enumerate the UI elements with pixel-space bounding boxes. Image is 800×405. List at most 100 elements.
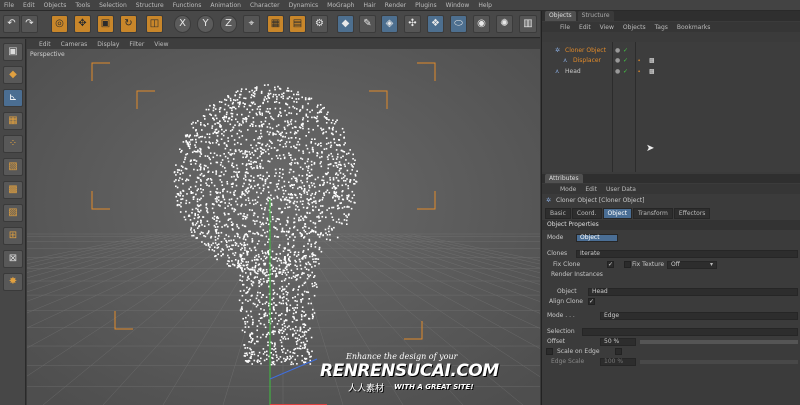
points-mode-icon[interactable]: ⁘ [3, 135, 23, 153]
viewport-menu-display[interactable]: Display [97, 41, 119, 48]
light-icon[interactable]: ✺ [496, 15, 513, 33]
live-selection-icon[interactable]: ◎ [51, 15, 68, 33]
object-mode-icon[interactable]: ◫ [146, 15, 163, 33]
list-item[interactable]: ⋏ Displacer ● ✓ ⬩ ▩ [542, 56, 800, 66]
snap-icon[interactable]: ⊠ [3, 250, 23, 268]
menu-item-render[interactable]: Render [385, 2, 406, 9]
model-mode-icon[interactable]: ◆ [3, 66, 23, 84]
objects-menu-view[interactable]: View [600, 24, 614, 31]
menu-item-functions[interactable]: Functions [173, 2, 202, 9]
render-view-icon[interactable]: ▦ [267, 15, 284, 33]
menu-item-plugins[interactable]: Plugins [415, 2, 437, 9]
texture-mode-icon[interactable]: ▦ [3, 112, 23, 130]
menu-item-animation[interactable]: Animation [210, 2, 241, 9]
scale-icon[interactable]: ▣ [97, 15, 114, 33]
x-axis-button[interactable]: X [174, 15, 191, 33]
attributes-menu-user-data[interactable]: User Data [606, 186, 636, 193]
viewport-menu-cameras[interactable]: Cameras [61, 41, 88, 48]
viewport-menu-view[interactable]: View [154, 41, 168, 48]
tab-coord[interactable]: Coord. [571, 208, 602, 219]
redo-icon[interactable]: ↷ [21, 15, 38, 33]
menu-item-selection[interactable]: Selection [99, 2, 127, 9]
render-picture-viewer-icon[interactable]: ▤ [289, 15, 306, 33]
viewport-layout-icon[interactable]: ▣ [3, 43, 23, 61]
viewport-menu-edit[interactable]: Edit [39, 41, 51, 48]
objects-menu-edit[interactable]: Edit [579, 24, 591, 31]
edge-scale-slider[interactable] [640, 360, 798, 364]
menu-item-tools[interactable]: Tools [75, 2, 90, 9]
selection-field[interactable] [582, 328, 798, 336]
tab-object[interactable]: Object [602, 208, 633, 219]
offset-slider[interactable] [640, 340, 798, 344]
menu-item-structure[interactable]: Structure [136, 2, 164, 9]
objects-menu-objects[interactable]: Objects [623, 24, 646, 31]
scale-on-edge-checkbox[interactable] [546, 348, 553, 355]
point [323, 148, 326, 150]
array-icon[interactable]: ✣ [404, 15, 421, 33]
object-name[interactable]: Displacer [573, 56, 601, 66]
edge-scale-field[interactable]: 100 % [600, 358, 636, 366]
align-clone-checkbox[interactable]: ✓ [588, 298, 595, 305]
camera-icon[interactable]: ◉ [473, 15, 490, 33]
polygons-mode-icon[interactable]: ▩ [3, 181, 23, 199]
coordinate-system-icon[interactable]: ⌖ [243, 15, 260, 33]
uv-mode-icon[interactable]: ▨ [3, 204, 23, 222]
object-axis-icon[interactable]: ⊾ [3, 89, 23, 107]
menu-item-hair[interactable]: Hair [363, 2, 375, 9]
objects-menu-bookmarks[interactable]: Bookmarks [677, 24, 711, 31]
object-name[interactable]: Head [565, 67, 581, 77]
fix-clone-checkbox[interactable]: ✓ [607, 261, 614, 268]
offset-field[interactable]: 50 % [600, 338, 636, 346]
list-item[interactable]: ✲ Cloner Object ● ✓ [542, 46, 800, 56]
subdivision-icon[interactable]: ◈ [381, 15, 398, 33]
pen-icon[interactable]: ✎ [359, 15, 376, 33]
move-icon[interactable]: ✥ [74, 15, 91, 33]
point [307, 242, 309, 245]
perspective-viewport[interactable]: Edit Cameras Display Filter View Perspective [27, 39, 540, 405]
point [272, 93, 275, 96]
tab-structure[interactable]: Structure [577, 11, 614, 21]
menu-item-mograph[interactable]: MoGraph [327, 2, 354, 9]
workplane-icon[interactable]: ⊞ [3, 227, 23, 245]
menu-item-file[interactable]: File [4, 2, 14, 9]
distribution-select[interactable]: Edge [600, 312, 798, 320]
object-name[interactable]: Cloner Object [565, 46, 606, 56]
viewport-canvas[interactable] [27, 39, 540, 405]
menu-item-edit[interactable]: Edit [23, 2, 35, 9]
attributes-menu-mode[interactable]: Mode [560, 186, 576, 193]
cube-icon[interactable]: ◆ [337, 15, 354, 33]
object-link-field[interactable]: Head [588, 288, 798, 296]
viewport-menu-filter[interactable]: Filter [129, 41, 144, 48]
tab-basic[interactable]: Basic [545, 208, 571, 219]
menu-item-character[interactable]: Character [250, 2, 280, 9]
edges-mode-icon[interactable]: ▧ [3, 158, 23, 176]
list-item[interactable]: ⋏ Head ● ✓ ⬩ ▩ [542, 67, 800, 77]
scale-on-edge-value-checkbox[interactable] [615, 348, 622, 355]
menu-item-window[interactable]: Window [446, 2, 470, 9]
mode-field[interactable]: Object [576, 234, 618, 242]
point [243, 355, 246, 357]
objects-menu-file[interactable]: File [560, 24, 570, 31]
rotate-icon[interactable]: ↻ [120, 15, 137, 33]
deformer-icon[interactable]: ❖ [427, 15, 444, 33]
chevron-down-icon[interactable]: ▾ [710, 260, 713, 270]
render-settings-icon[interactable]: ⚙ [311, 15, 328, 33]
attributes-menu-edit[interactable]: Edit [585, 186, 597, 193]
menu-item-help[interactable]: Help [478, 2, 492, 9]
layout-icon[interactable]: ▥ [519, 15, 537, 33]
tab-effectors[interactable]: Effectors [673, 208, 711, 219]
tab-transform[interactable]: Transform [633, 208, 673, 219]
point [307, 274, 309, 276]
sculpt-icon[interactable]: ✸ [3, 273, 23, 291]
environment-icon[interactable]: ⬭ [450, 15, 467, 33]
menu-item-objects[interactable]: Objects [44, 2, 67, 9]
clones-select[interactable]: Iterate [576, 250, 798, 258]
undo-icon[interactable]: ↶ [3, 15, 20, 33]
tab-objects[interactable]: Objects [545, 11, 576, 21]
y-axis-button[interactable]: Y [197, 15, 214, 33]
objects-menu-tags[interactable]: Tags [655, 24, 668, 31]
point [293, 145, 295, 147]
z-axis-button[interactable]: Z [220, 15, 237, 33]
menu-item-dynamics[interactable]: Dynamics [289, 2, 319, 9]
point [283, 279, 286, 282]
